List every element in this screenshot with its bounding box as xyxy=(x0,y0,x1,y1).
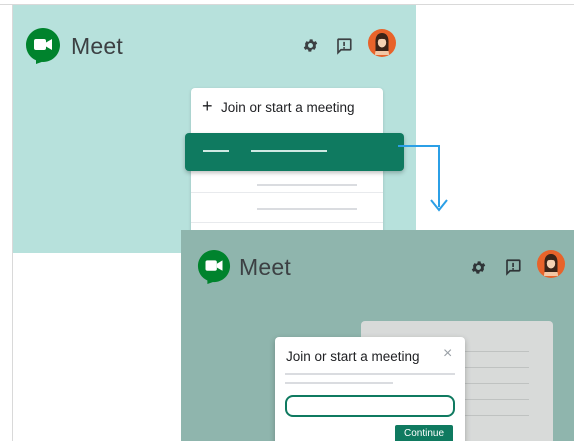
join-meeting-menu-item[interactable]: Join or start a meeting xyxy=(221,100,355,115)
flow-connector xyxy=(398,145,440,147)
user-avatar[interactable] xyxy=(537,250,565,278)
meet-logo-icon xyxy=(197,250,231,284)
placeholder-line xyxy=(465,351,529,352)
meet-home-panel: Meet + Join or start a meeting xyxy=(13,5,416,253)
app-title: Meet xyxy=(71,33,123,59)
close-icon[interactable]: × xyxy=(443,345,452,363)
placeholder-line xyxy=(285,382,393,384)
placeholder-line xyxy=(465,415,529,416)
placeholder-line xyxy=(203,150,229,152)
placeholder-line xyxy=(465,367,529,368)
placeholder-line xyxy=(465,383,529,384)
placeholder-line xyxy=(257,184,357,186)
placeholder-line xyxy=(257,208,357,210)
menu-divider xyxy=(191,222,383,223)
placeholder-line xyxy=(465,399,529,400)
dialog-title: Join or start a meeting xyxy=(286,349,420,364)
gear-icon[interactable] xyxy=(302,37,319,54)
continue-button[interactable]: Continue xyxy=(395,425,453,441)
meet-logo-icon xyxy=(26,28,60,64)
user-avatar[interactable] xyxy=(368,29,396,57)
illustration-frame: Meet + Join or start a meeting Meet Join… xyxy=(0,0,574,441)
menu-divider xyxy=(191,192,383,193)
plus-icon: + xyxy=(202,96,213,116)
meeting-code-input[interactable] xyxy=(285,395,455,417)
placeholder-line xyxy=(251,150,327,152)
meet-dialog-panel: Meet Join or start a meeting × Continue xyxy=(181,230,574,441)
feedback-icon[interactable] xyxy=(504,258,522,276)
highlighted-menu-row[interactable] xyxy=(185,133,404,171)
feedback-icon[interactable] xyxy=(335,37,353,55)
join-meeting-dialog: Join or start a meeting × Continue xyxy=(275,337,465,441)
placeholder-line xyxy=(285,373,455,375)
flow-connector xyxy=(438,145,440,207)
app-title: Meet xyxy=(239,254,291,280)
arrow-down-icon xyxy=(430,199,448,212)
gear-icon[interactable] xyxy=(470,259,487,276)
